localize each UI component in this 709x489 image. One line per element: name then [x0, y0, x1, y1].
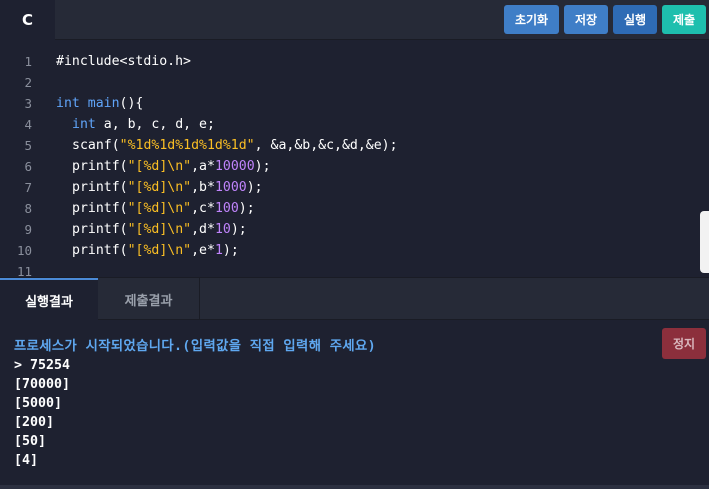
- keyword-token: int: [56, 96, 80, 111]
- number-token: 10000: [214, 159, 255, 174]
- run-button[interactable]: 실행: [613, 5, 657, 34]
- language-tab[interactable]: C: [0, 0, 55, 40]
- code-text: a, b, c, d, e;: [95, 117, 215, 132]
- code-text: printf(: [72, 180, 128, 195]
- tab-run-result[interactable]: 실행결과: [0, 278, 98, 320]
- code-text: scanf(: [72, 138, 120, 153]
- code-text: printf(: [72, 222, 128, 237]
- code-text: );: [222, 243, 239, 258]
- string-token: "%1d%1d%1d%1d%1d": [119, 138, 255, 153]
- string-token: "[%d]\n": [127, 201, 192, 216]
- console-line: [70000]: [14, 377, 71, 392]
- console-line: [4]: [14, 453, 39, 468]
- string-token: "[%d]\n": [127, 243, 192, 258]
- string-token: "[%d]\n": [127, 180, 192, 195]
- keyword-token: int: [72, 117, 96, 132]
- code-text: ,d*: [191, 222, 215, 237]
- line-number: 8: [24, 201, 32, 216]
- line-number: 4: [24, 117, 32, 132]
- code-text: ,a*: [191, 159, 215, 174]
- line-number: 5: [24, 138, 32, 153]
- code-line: int a, b, c, d, e;: [72, 114, 215, 135]
- console-line: [50]: [14, 434, 47, 449]
- code-text: printf(: [72, 159, 128, 174]
- code-line: printf("[%d]\n",b*1000);: [72, 177, 263, 198]
- line-number: 1: [24, 54, 32, 69]
- code-editor[interactable]: 1 2 3 4 5 6 7 8 9 10 11 #include<stdio.h…: [0, 41, 709, 277]
- code-text: printf(: [72, 243, 128, 258]
- top-toolbar: C 초기화 저장 실행 제출: [0, 0, 709, 40]
- code-line: int main(){: [56, 93, 143, 114]
- code-text: ,c*: [191, 201, 215, 216]
- code-line: printf("[%d]\n",d*10);: [72, 219, 247, 240]
- console-line: > 75254: [14, 358, 71, 373]
- console-info-message: 프로세스가 시작되었습니다.(입력값을 직접 입력해 주세요): [14, 339, 377, 354]
- save-button[interactable]: 저장: [564, 5, 608, 34]
- code-line: printf("[%d]\n",a*10000);: [72, 156, 271, 177]
- console-line: [200]: [14, 415, 55, 430]
- line-number: 6: [24, 159, 32, 174]
- line-number-gutter: 1 2 3 4 5 6 7 8 9 10 11: [0, 41, 44, 277]
- code-line: scanf("%1d%1d%1d%1d%1d", &a,&b,&c,&d,&e)…: [72, 135, 398, 156]
- result-tab-bar: 실행결과 제출결과: [0, 277, 709, 320]
- code-text: (){: [119, 96, 144, 111]
- line-number: 11: [16, 264, 32, 277]
- code-line: printf("[%d]\n",c*100);: [72, 198, 255, 219]
- reset-button[interactable]: 초기화: [504, 5, 559, 34]
- number-token: 10: [214, 222, 231, 237]
- string-token: "[%d]\n": [127, 159, 192, 174]
- scrollbar-handle[interactable]: [700, 211, 709, 273]
- code-text: printf(: [72, 201, 128, 216]
- tab-submit-result[interactable]: 제출결과: [98, 278, 200, 320]
- code-line: #include<stdio.h>: [56, 51, 191, 72]
- console-output[interactable]: 정지 프로세스가 시작되었습니다.(입력값을 직접 입력해 주세요) > 752…: [0, 321, 709, 489]
- code-text: );: [246, 180, 263, 195]
- code-text: );: [254, 159, 271, 174]
- line-number: 3: [24, 96, 32, 111]
- code-text: #include<stdio.h>: [56, 54, 191, 69]
- string-token: "[%d]\n": [127, 222, 192, 237]
- line-number: 2: [24, 75, 32, 90]
- code-text: );: [230, 222, 247, 237]
- stop-button[interactable]: 정지: [662, 328, 706, 359]
- function-token: main: [87, 96, 120, 111]
- number-token: 1000: [214, 180, 247, 195]
- code-text: ,b*: [191, 180, 215, 195]
- code-text: , &a,&b,&c,&d,&e);: [254, 138, 398, 153]
- number-token: 1: [214, 243, 223, 258]
- bottom-divider: [0, 485, 709, 489]
- console-line: [5000]: [14, 396, 63, 411]
- code-text: );: [238, 201, 255, 216]
- code-line: printf("[%d]\n",e*1);: [72, 240, 239, 261]
- code-text: ,e*: [191, 243, 215, 258]
- line-number: 9: [24, 222, 32, 237]
- number-token: 100: [214, 201, 239, 216]
- line-number: 7: [24, 180, 32, 195]
- submit-button[interactable]: 제출: [662, 5, 706, 34]
- line-number: 10: [16, 243, 32, 258]
